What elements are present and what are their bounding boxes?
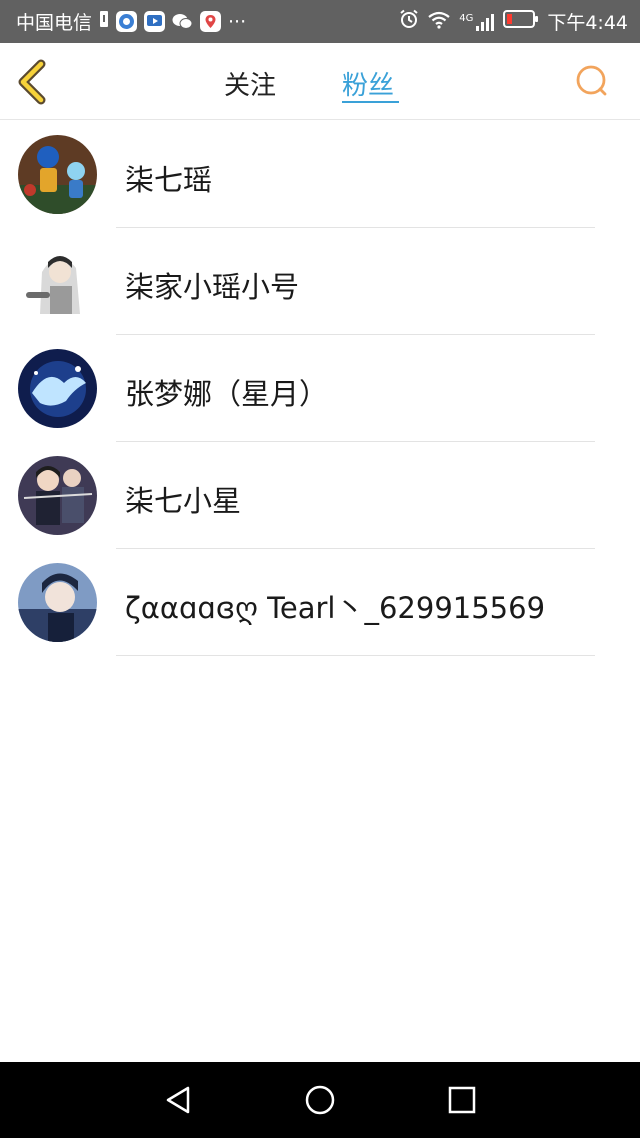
- system-navigation-bar: [0, 1062, 640, 1138]
- home-nav-button[interactable]: [304, 1084, 336, 1116]
- video-app-icon: [144, 11, 166, 32]
- search-button[interactable]: [574, 63, 610, 99]
- tab-fans[interactable]: 粉丝: [342, 65, 394, 102]
- fan-name: 柒家小瑶小号: [125, 270, 300, 304]
- recents-square-icon: [448, 1086, 476, 1114]
- clock-label: 下午4:44: [547, 12, 628, 34]
- more-notifications-icon: ···: [228, 10, 247, 33]
- list-item[interactable]: 柒家小瑶小号: [0, 228, 640, 335]
- map-app-icon: [200, 11, 222, 32]
- recents-nav-button[interactable]: [446, 1084, 478, 1116]
- fan-name: ζααɑɑɞღ Tearl丶_629915569: [125, 591, 546, 625]
- browser-app-icon: [116, 11, 138, 32]
- fans-list: 柒七瑶 柒家小瑶小号 张梦娜（星月） 柒七小星 ζααɑɑɞღ Tearl丶_6…: [0, 121, 640, 656]
- sim-icon: [99, 10, 109, 33]
- top-navigation-bar: 关注 粉丝: [0, 43, 640, 120]
- carrier-label: 中国电信: [16, 12, 93, 34]
- fan-name: 柒七瑶: [125, 163, 213, 197]
- back-nav-button[interactable]: [162, 1084, 194, 1116]
- network-type-label: 4G: [459, 12, 474, 24]
- signal-icon: 4G: [459, 13, 495, 31]
- list-item[interactable]: 柒七小星: [0, 442, 640, 549]
- list-item[interactable]: 张梦娜（星月）: [0, 335, 640, 442]
- avatar[interactable]: [18, 135, 97, 214]
- home-circle-icon: [305, 1085, 335, 1115]
- wifi-icon: [427, 10, 451, 34]
- status-bar: 中国电信 ··· 4G 下午4:44: [0, 0, 640, 43]
- tab-following[interactable]: 关注: [224, 65, 276, 102]
- alarm-icon: [399, 9, 419, 34]
- list-item[interactable]: 柒七瑶: [0, 121, 640, 228]
- active-tab-indicator: [342, 101, 399, 103]
- chevron-left-icon: [18, 59, 46, 105]
- battery-icon: [503, 10, 539, 33]
- avatar[interactable]: [18, 242, 97, 321]
- fan-name: 柒七小星: [125, 484, 242, 518]
- back-button[interactable]: [14, 59, 54, 105]
- list-item[interactable]: ζααɑɑɞღ Tearl丶_629915569: [0, 549, 640, 656]
- avatar[interactable]: [18, 349, 97, 428]
- divider: [116, 655, 595, 656]
- search-icon: [576, 65, 607, 96]
- avatar[interactable]: [18, 563, 97, 642]
- fan-name: 张梦娜（星月）: [125, 377, 329, 411]
- wechat-icon: [172, 11, 193, 32]
- back-triangle-icon: [166, 1086, 190, 1114]
- avatar[interactable]: [18, 456, 97, 535]
